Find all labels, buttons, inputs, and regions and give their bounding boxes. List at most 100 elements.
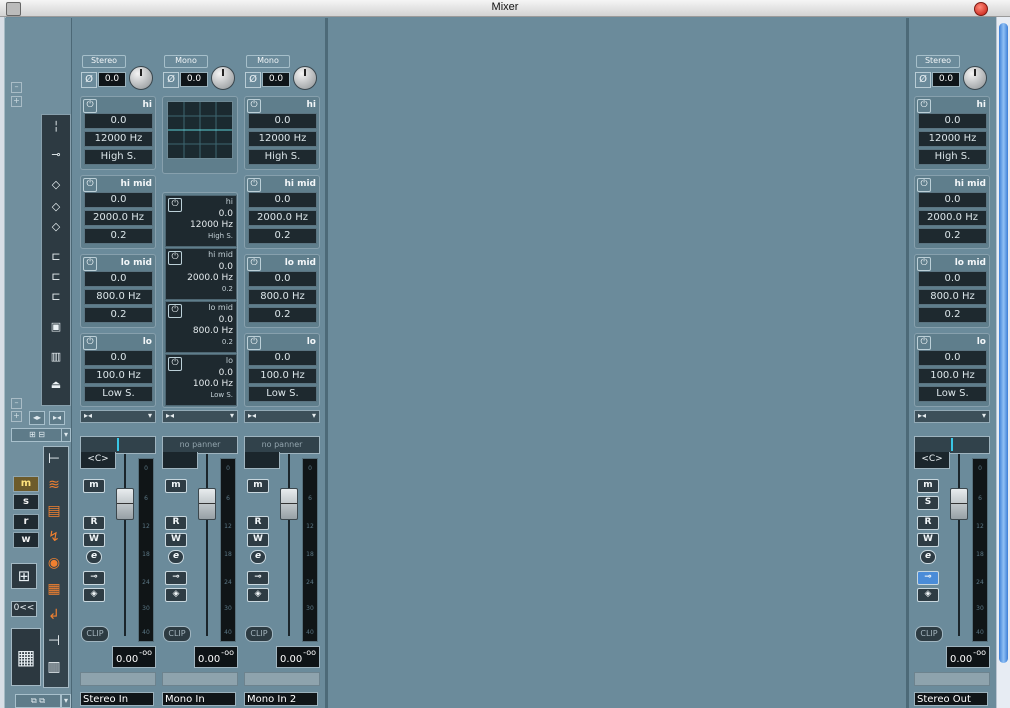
power-icon[interactable]: ⏻ — [168, 251, 182, 265]
edit-channel-button[interactable]: e — [920, 550, 936, 564]
link-left-icon[interactable]: ◂▸ — [29, 411, 45, 425]
band-q[interactable]: Low S. — [84, 386, 153, 402]
power-icon[interactable]: ⏻ — [83, 99, 97, 113]
band-q[interactable]: High S. — [84, 149, 153, 165]
store-view-selector[interactable]: ⧉ ⧉ — [15, 694, 61, 708]
channel-name[interactable]: Stereo In — [80, 692, 154, 706]
group-channels-icon[interactable]: ▤ — [45, 502, 63, 520]
input-gain-knob[interactable] — [963, 66, 987, 90]
band-gain[interactable]: 0.0 — [84, 350, 153, 366]
band-gain[interactable]: 0.0 — [219, 315, 233, 325]
power-icon[interactable]: ⏻ — [83, 336, 97, 350]
read-automation-button[interactable]: R — [247, 516, 269, 530]
sends-1-8-icon[interactable]: ⊏ — [48, 249, 64, 265]
eq-view-icon[interactable]: ◇ — [48, 177, 64, 193]
volume-display[interactable]: 0.00 -oo — [112, 646, 156, 668]
band-gain[interactable]: 0.0 — [219, 209, 233, 219]
eq-bypass-icon[interactable]: ◈ — [917, 588, 939, 602]
edit-channel-button[interactable]: e — [250, 550, 266, 564]
view-mode-selector[interactable]: ⊞ ⊟ — [11, 428, 63, 442]
clip-indicator[interactable]: CLIP — [245, 626, 273, 642]
meter-view-icon[interactable]: ▥ — [48, 349, 64, 365]
power-icon[interactable]: ⏻ — [917, 257, 931, 271]
write-automation-button[interactable]: W — [83, 533, 105, 547]
band-q[interactable]: High S. — [248, 149, 317, 165]
instrument-channels-icon[interactable]: ▦ — [45, 580, 63, 598]
pan-position-marker[interactable] — [117, 438, 119, 451]
eq-group-icon[interactable]: ◇ — [48, 219, 64, 235]
band-freq[interactable]: 100.0 Hz — [918, 368, 987, 384]
write-automation-button[interactable]: W — [165, 533, 187, 547]
band-gain[interactable]: 0.0 — [84, 113, 153, 129]
band-q[interactable]: High S. — [208, 232, 233, 240]
channel-name[interactable]: Stereo Out — [914, 692, 988, 706]
section-selector[interactable]: ▸◂ ▾ — [244, 410, 320, 423]
band-gain[interactable]: 0.0 — [248, 271, 317, 287]
input-channels-icon[interactable]: ⊢ — [45, 450, 63, 468]
band-gain[interactable]: 0.0 — [219, 262, 233, 272]
band-gain[interactable]: 0.0 — [248, 192, 317, 208]
edit-channel-button[interactable]: e — [168, 550, 184, 564]
band-q[interactable]: Low S. — [210, 391, 233, 399]
band-gain[interactable]: 0.0 — [219, 368, 233, 378]
band-q[interactable]: 0.2 — [222, 338, 233, 346]
band-q[interactable]: High S. — [918, 149, 987, 165]
input-gain-knob[interactable] — [293, 66, 317, 90]
insert-bypass-icon[interactable]: ⊸ — [165, 571, 187, 585]
fader-view-icon[interactable]: ⏏ — [48, 377, 64, 393]
audio-channels-icon[interactable]: ≋ — [45, 476, 63, 494]
band-freq[interactable]: 2000.0 Hz — [918, 210, 987, 226]
probe-icon[interactable]: ╎ — [48, 119, 64, 135]
mute-button[interactable]: m — [83, 479, 105, 493]
phase-icon[interactable]: Ø — [81, 72, 97, 88]
power-icon[interactable]: ⏻ — [168, 304, 182, 318]
read-automation-button[interactable]: R — [83, 516, 105, 530]
reset-peaks-button[interactable]: 0<< — [11, 601, 37, 617]
midi-channels-icon[interactable]: ◉ — [45, 554, 63, 572]
volume-display[interactable]: 0.00 -oo — [276, 646, 320, 668]
band-freq[interactable]: 12000 Hz — [84, 131, 153, 147]
phase-icon[interactable]: Ø — [245, 72, 261, 88]
close-window-button[interactable] — [974, 2, 988, 16]
input-gain-knob[interactable] — [211, 66, 235, 90]
input-gain-value[interactable]: 0.0 — [98, 72, 126, 87]
phase-icon[interactable]: Ø — [163, 72, 179, 88]
band-q[interactable]: 0.2 — [84, 228, 153, 244]
input-gain-value[interactable]: 0.0 — [180, 72, 208, 87]
power-icon[interactable]: ⏻ — [83, 257, 97, 271]
power-icon[interactable]: ⏻ — [168, 198, 182, 212]
band-gain[interactable]: 0.0 — [248, 350, 317, 366]
band-freq[interactable]: 100.0 Hz — [248, 368, 317, 384]
rewire-channels-icon[interactable]: ↲ — [45, 606, 63, 624]
eq-bypass-icon[interactable]: ◈ — [247, 588, 269, 602]
write-automation-button[interactable]: W — [247, 533, 269, 547]
sends-1-4-icon[interactable]: ⊏ — [48, 269, 64, 285]
clip-indicator[interactable]: CLIP — [81, 626, 109, 642]
band-freq[interactable]: 2000.0 Hz — [248, 210, 317, 226]
volume-display[interactable]: 0.00 -oo — [194, 646, 238, 668]
read-automation-button[interactable]: R — [917, 516, 939, 530]
power-icon[interactable]: ⏻ — [168, 357, 182, 371]
collapse-all-icon[interactable]: – — [11, 82, 22, 93]
clip-indicator[interactable]: CLIP — [163, 626, 191, 642]
expand-lower-icon[interactable]: + — [11, 411, 22, 422]
band-gain[interactable]: 0.0 — [84, 192, 153, 208]
insert-bypass-icon[interactable]: ⊸ — [917, 571, 939, 585]
band-freq[interactable]: 12000 Hz — [248, 131, 317, 147]
scrollbar-thumb[interactable] — [999, 23, 1008, 663]
band-gain[interactable]: 0.0 — [918, 350, 987, 366]
view-filter-read[interactable]: r — [13, 514, 39, 530]
read-automation-button[interactable]: R — [165, 516, 187, 530]
band-q[interactable]: Low S. — [248, 386, 317, 402]
store-view-dropdown-icon[interactable]: ▾ — [61, 694, 71, 708]
band-q[interactable]: 0.2 — [248, 307, 317, 323]
pan-position-marker[interactable] — [951, 438, 953, 451]
band-gain[interactable]: 0.0 — [918, 271, 987, 287]
routing-icon[interactable]: ▣ — [48, 319, 64, 335]
volume-fader-handle[interactable] — [950, 488, 968, 520]
band-gain[interactable]: 0.0 — [248, 113, 317, 129]
power-icon[interactable]: ⏻ — [247, 99, 261, 113]
collapse-lower-icon[interactable]: – — [11, 398, 22, 409]
eq-add-icon[interactable]: ◇ — [48, 199, 64, 215]
input-gain-value[interactable]: 0.0 — [262, 72, 290, 87]
